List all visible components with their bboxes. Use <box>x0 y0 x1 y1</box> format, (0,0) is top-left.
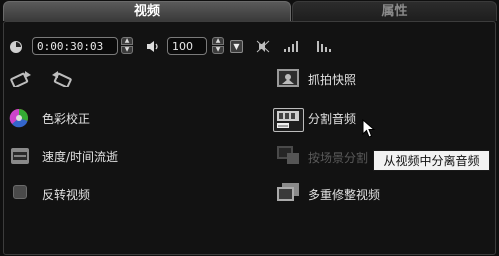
options-panel <box>3 21 496 255</box>
duration-timecode-input[interactable]: 0:00:30:03 <box>32 37 118 55</box>
split-by-scene-button[interactable]: 按场景分割 <box>308 149 368 166</box>
reverse-video-checkbox[interactable] <box>13 185 27 199</box>
speed-icon <box>11 148 29 164</box>
stepper-down-icon[interactable]: ▼ <box>121 46 133 54</box>
split-audio-button[interactable]: 分割音频 <box>308 110 356 127</box>
speed-time-lapse-button[interactable]: 速度/时间流逝 <box>42 148 118 165</box>
fade-in-icon[interactable] <box>283 40 301 53</box>
volume-dropdown-button[interactable]: ▼ <box>230 40 243 53</box>
stepper-up-icon[interactable]: ▲ <box>121 37 133 45</box>
clock-icon <box>10 41 22 53</box>
color-wheel-icon <box>9 108 29 128</box>
split-audio-tooltip: 从视频中分离音频 <box>373 150 490 171</box>
color-correction-button[interactable]: 色彩校正 <box>42 110 90 127</box>
volume-stepper[interactable]: ▲ ▼ <box>212 37 224 55</box>
tab-video[interactable]: 视频 <box>3 1 291 21</box>
timecode-stepper[interactable]: ▲ ▼ <box>121 37 133 55</box>
scene-split-icon <box>277 146 299 164</box>
split-audio-icon <box>277 111 299 128</box>
rotate-left-icon[interactable] <box>9 69 35 87</box>
mouse-cursor-icon <box>362 119 376 138</box>
rotate-right-icon[interactable] <box>48 69 74 87</box>
snapshot-icon <box>277 69 299 87</box>
stepper-up-icon[interactable]: ▲ <box>212 37 224 45</box>
mute-icon[interactable] <box>256 40 270 53</box>
multi-trim-icon <box>277 183 299 201</box>
tab-properties[interactable]: 属性 <box>292 1 497 21</box>
stepper-down-icon[interactable]: ▼ <box>212 46 224 54</box>
volume-input[interactable]: 100 <box>167 37 207 55</box>
tab-bar: 视频 属性 <box>0 0 499 22</box>
volume-icon <box>147 41 158 52</box>
reverse-video-label: 反转视频 <box>42 188 91 202</box>
snapshot-button[interactable]: 抓拍快照 <box>308 71 356 88</box>
multi-trim-video-button[interactable]: 多重修整视频 <box>308 186 380 203</box>
fade-out-icon[interactable] <box>316 40 334 53</box>
